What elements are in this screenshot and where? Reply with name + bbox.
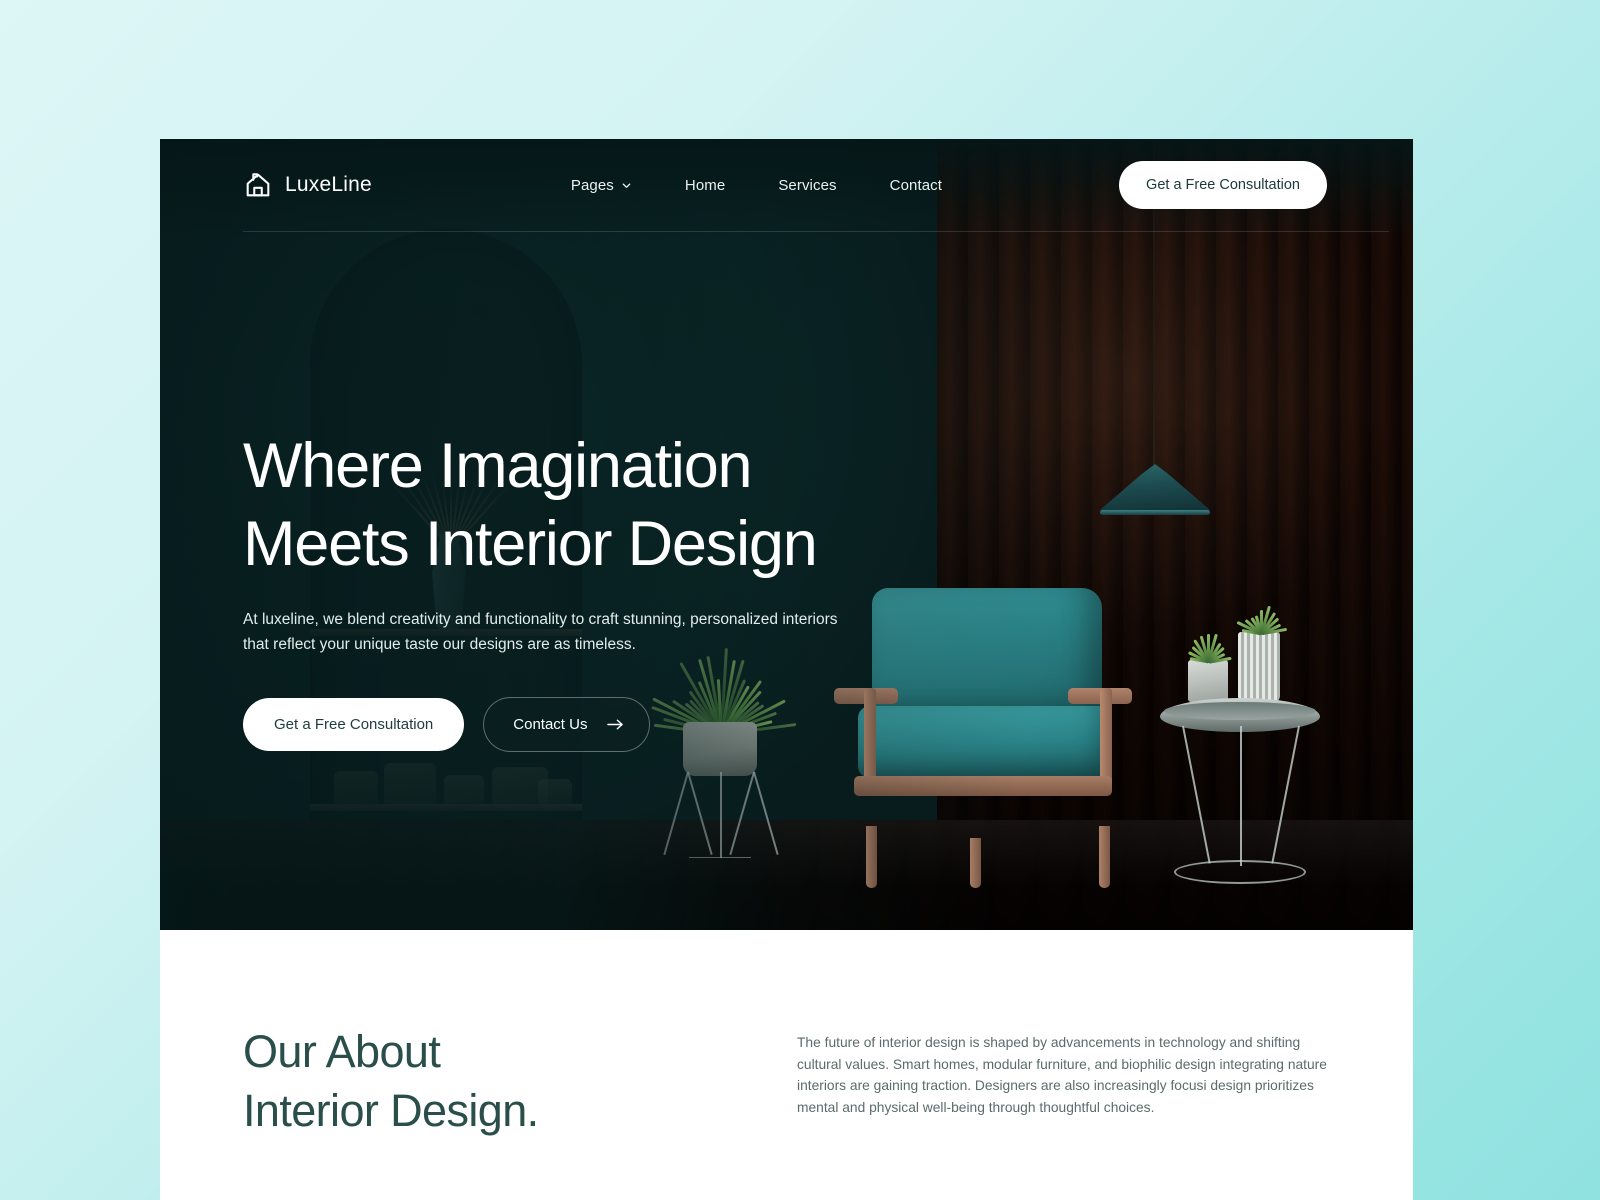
arrow-right-icon — [607, 718, 624, 731]
house-icon — [243, 170, 273, 200]
hero-button-group: Get a Free Consultation Contact Us — [243, 697, 1003, 752]
about-inner: Our About Interior Design. The future of… — [243, 1022, 1335, 1140]
nav-links: Pages Home Services Contact — [571, 177, 942, 194]
nav-item-contact[interactable]: Contact — [890, 177, 942, 194]
chair-leg-front-left — [866, 826, 877, 888]
navbar-consultation-button[interactable]: Get a Free Consultation — [1119, 161, 1327, 209]
nav-item-home-label: Home — [685, 177, 725, 194]
about-title: Our About Interior Design. — [243, 1022, 539, 1140]
hero-content: Where Imagination Meets Interior Design … — [243, 427, 1003, 752]
pendant-lamp-rim — [1100, 510, 1210, 515]
chair-post-right — [1100, 688, 1112, 788]
small-planter — [1188, 660, 1228, 702]
tall-succulent — [1244, 602, 1276, 634]
hero-subtitle: At luxeline, we blend creativity and fun… — [243, 607, 855, 657]
about-section: Our About Interior Design. The future of… — [160, 930, 1413, 1200]
table-leg — [1271, 726, 1300, 864]
brand-name: LuxeLine — [285, 173, 372, 197]
about-paragraph: The future of interior design is shaped … — [797, 1032, 1335, 1118]
small-succulent — [1192, 632, 1222, 662]
hero-title-line-2: Meets Interior Design — [243, 505, 1003, 583]
chevron-down-icon — [621, 180, 632, 191]
chair-leg-back — [970, 838, 981, 888]
navbar: LuxeLine Pages Home Services Contact Get… — [160, 139, 1413, 231]
wire-plant-stand — [681, 772, 759, 858]
hero-contact-button-label: Contact Us — [513, 716, 587, 733]
nav-item-pages-label: Pages — [571, 177, 614, 194]
round-side-table — [1160, 698, 1320, 888]
hero-title-line-1: Where Imagination — [243, 427, 1003, 505]
hero-contact-button[interactable]: Contact Us — [483, 697, 650, 752]
nav-item-home[interactable]: Home — [685, 177, 725, 194]
hero-consultation-button[interactable]: Get a Free Consultation — [243, 698, 464, 751]
chair-leg-front-right — [1099, 826, 1110, 888]
table-leg — [1240, 726, 1242, 866]
nav-item-contact-label: Contact — [890, 177, 942, 194]
tall-planter — [1238, 632, 1280, 702]
navbar-divider — [243, 231, 1389, 232]
chair-frame-rail — [854, 776, 1112, 796]
table-tray-lip — [1164, 702, 1316, 720]
nav-item-services-label: Services — [778, 177, 836, 194]
nav-item-services[interactable]: Services — [778, 177, 836, 194]
table-leg — [1182, 726, 1211, 864]
hero-section: LuxeLine Pages Home Services Contact Get… — [160, 139, 1413, 930]
nav-item-pages[interactable]: Pages — [571, 177, 632, 194]
brand-logo[interactable]: LuxeLine — [243, 170, 372, 200]
